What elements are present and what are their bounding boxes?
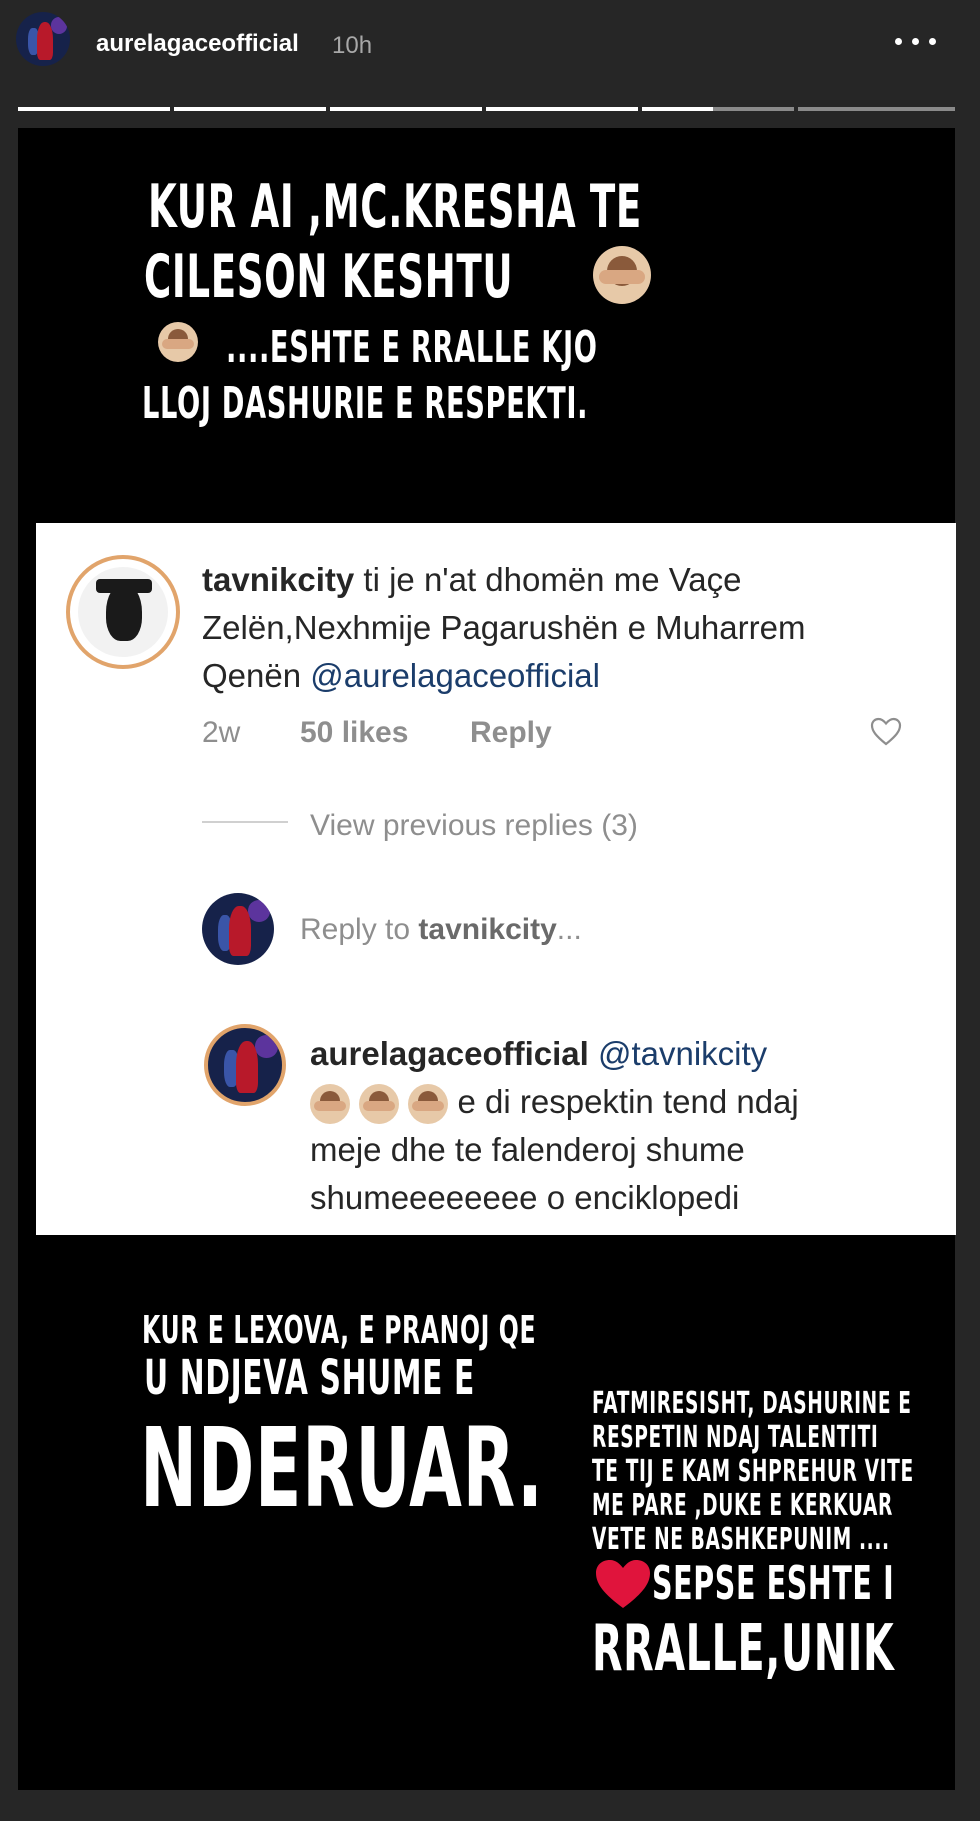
progress-segment-4 [486,107,638,111]
comment-reply-button[interactable]: Reply [470,716,552,750]
replies-divider [202,821,288,823]
reply-avatar[interactable] [204,1024,286,1106]
see-no-evil-monkey-icon [408,1084,449,1125]
commenter-avatar[interactable] [66,555,180,669]
right-text-line-7: RRALLE,UNIK [592,1612,895,1686]
username[interactable]: aurelagaceofficial [96,30,299,58]
comment-body-line-2: Zelën,Nexhmije Pagarushën e Muharrem [202,609,806,646]
reply-username[interactable]: aurelagaceofficial [310,1035,589,1072]
right-text-line-6: SEPSE ESHTE I [652,1556,895,1610]
comment-age: 2w [202,716,241,749]
right-text-line-5: VETE NE BASHKEPUNIM .... [592,1522,890,1557]
reply-text: aurelagaceofficial @tavnikcity e di resp… [310,1030,930,1222]
reply-input-avatar [202,893,274,965]
progress-segment-6 [798,107,955,111]
left-text-line-1: KUR E LEXOVA, E PRANOJ QE [142,1308,537,1352]
top-text-line-1: KUR AI ,MC.KRESHA TE [148,172,642,242]
story-header: aurelagaceofficial 10h [0,0,980,100]
reply-to-prefix: Reply to [300,913,419,946]
left-text-line-2: U NDJEVA SHUME E [144,1350,476,1406]
top-text-line-2: CILESON KESHTU [144,242,514,312]
see-no-evil-monkey-icon [593,246,651,304]
comment-body-line-1: ti je n'at dhomën me Vaçe [354,561,742,598]
see-no-evil-monkey-icon [158,322,198,362]
right-text-line-1: FATMIRESISHT, DASHURINE E [592,1386,912,1421]
progress-segment-5-fill [642,107,713,111]
right-text-line-2: RESPETIN NDAJ TALENTITI [592,1420,879,1455]
see-no-evil-monkey-icon [310,1084,350,1125]
progress-segment-1 [18,107,170,111]
like-heart-icon[interactable] [870,716,902,748]
profile-avatar[interactable] [16,12,70,66]
see-no-evil-monkey-icon [359,1084,400,1125]
progress-segment-3 [330,107,482,111]
reply-to-input[interactable]: Reply to tavnikcity... [300,906,582,954]
right-text-line-4: ME PARE ,DUKE E KERKUAR [592,1488,893,1523]
progress-segment-2 [174,107,326,111]
comment-username[interactable]: tavnikcity [202,561,354,598]
top-text-line-4: LLOJ DASHURIE E RESPEKTI. [142,378,589,429]
reply-mention[interactable]: @tavnikcity [589,1035,767,1072]
more-horizontal-icon[interactable] [893,30,941,52]
post-time: 10h [332,32,373,59]
reply-body-line-3: shumeeeeeeee o enciklopedi [310,1179,740,1216]
comment-text: tavnikcity ti je n'at dhomën me Vaçe Zel… [202,556,922,700]
left-text-line-3: NDERUAR. [140,1404,544,1532]
top-text-line-3: ....ESHTE E RRALLE KJO [226,322,598,373]
comment-body-line-3: Qenën [202,657,311,694]
comment-mention[interactable]: @aurelagaceofficial [310,657,600,694]
reply-body-line-2: meje dhe te falenderoj shume [310,1131,745,1168]
comment-likes[interactable]: 50 likes [300,716,408,750]
view-previous-replies[interactable]: View previous replies (3) [310,802,638,850]
reply-to-user: tavnikcity [418,913,557,946]
red-heart-icon [594,1558,652,1610]
reply-body-line-1: e di respektin tend ndaj [448,1083,799,1120]
right-text-line-3: TE TIJ E KAM SHPREHUR VITE [592,1454,914,1489]
reply-to-ellipsis: ... [556,913,582,946]
